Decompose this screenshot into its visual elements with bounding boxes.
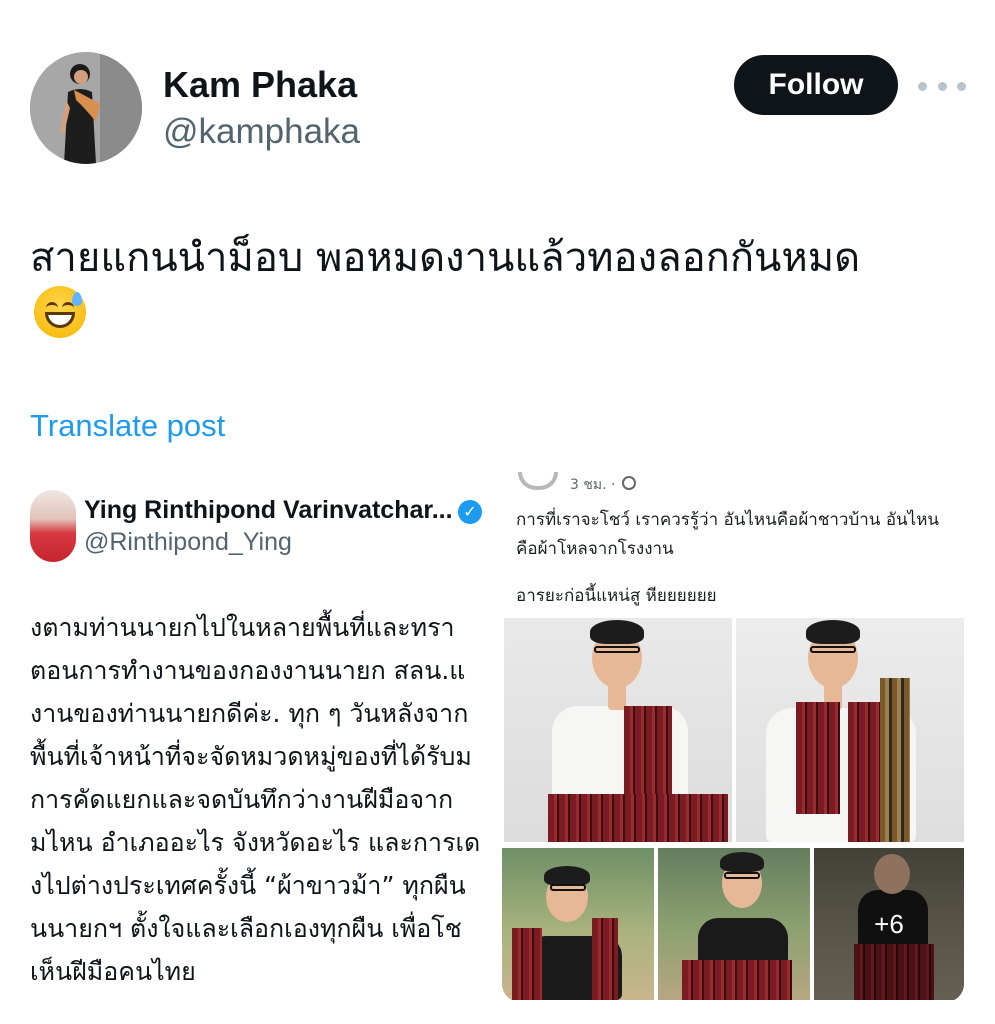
embedded-tweet-line: ัีการคัดแยกและจดบันทึกว่างานฝีมือจาก — [30, 785, 454, 814]
embedded-tweet-line: มไหน อำเภออะไร จังหวัดอะไร และการเด — [30, 828, 481, 857]
facebook-avatar — [518, 472, 558, 490]
author-handle[interactable]: @kamphaka — [163, 112, 360, 152]
embedded-tweet-body: ุ่งตามท่านนายกไปในหลายพื้นที่และทรา ตอนก… — [30, 606, 500, 988]
embedded-facebook-screenshot[interactable]: 3 ชม. · การที่เราจะโชว์ เราควรรู้ว่า อัน… — [502, 466, 964, 1002]
photo-1[interactable] — [504, 618, 732, 842]
grinning-face-with-sweat-icon — [34, 286, 86, 338]
verified-badge-icon: ✓ — [458, 500, 482, 524]
embedded-tweet-avatar — [30, 490, 76, 562]
embedded-tweet-handle: @Rinthipond_Ying — [84, 528, 292, 556]
photo-3[interactable] — [502, 848, 654, 1000]
photo-4[interactable] — [658, 848, 810, 1000]
more-photos-tile[interactable]: +6 — [814, 848, 964, 1000]
embedded-tweet-line: เห็นฝีมือคนไทย — [30, 957, 196, 986]
embedded-tweet-line: นนายกฯ ตั้งใจและเลือกเองทุกผืน เพื่อโช — [30, 914, 462, 943]
embedded-tweet-line: งไปต่างประเทศครั้งนี้ “ผ้าขาวม้า” ทุกผืน — [30, 871, 466, 900]
facebook-post-text: การที่เราจะโชว์ เราควรรู้ว่า อันไหนคือผ้… — [516, 510, 940, 559]
embedded-tweet-name: Ying Rinthipond Varinvatchar... — [84, 496, 453, 524]
photo-2[interactable] — [736, 618, 964, 842]
embedded-tweet-line: พื้นที่เจ้าหน้าที่จะจัดหมวดหมู่ของที่ได้… — [30, 742, 472, 771]
embedded-tweet-screenshot[interactable]: Ying Rinthipond Varinvatchar... ✓ @Rinth… — [26, 478, 502, 988]
embedded-tweet-line: งานของท่านนายกดีค่ะ. ทุก ๆ วันหลังจาก — [30, 699, 469, 728]
more-photos-count: +6 — [874, 908, 904, 939]
author-avatar[interactable] — [30, 52, 142, 164]
embedded-tweet-line: ตอนการทำงานของกองงานนายก สลน.แ — [30, 656, 466, 685]
facebook-timestamp: 3 ชม. · — [570, 477, 616, 493]
globe-icon — [622, 476, 636, 490]
translate-post-link[interactable]: Translate post — [30, 408, 225, 444]
author-name[interactable]: Kam Phaka — [163, 64, 357, 106]
embedded-tweet-line: ุ่งตามท่านนายกไปในหลายพื้นที่และทรา — [30, 613, 455, 642]
facebook-post-text-2: อารยะก่อนี้แหน่สู หียยยยยย — [516, 586, 717, 606]
more-options-icon[interactable] — [918, 66, 966, 106]
follow-button[interactable]: Follow — [734, 55, 898, 115]
post-text: สายแกนนำม็อบ พอหมดงานแล้วทองลอกกันหมด — [30, 235, 861, 281]
